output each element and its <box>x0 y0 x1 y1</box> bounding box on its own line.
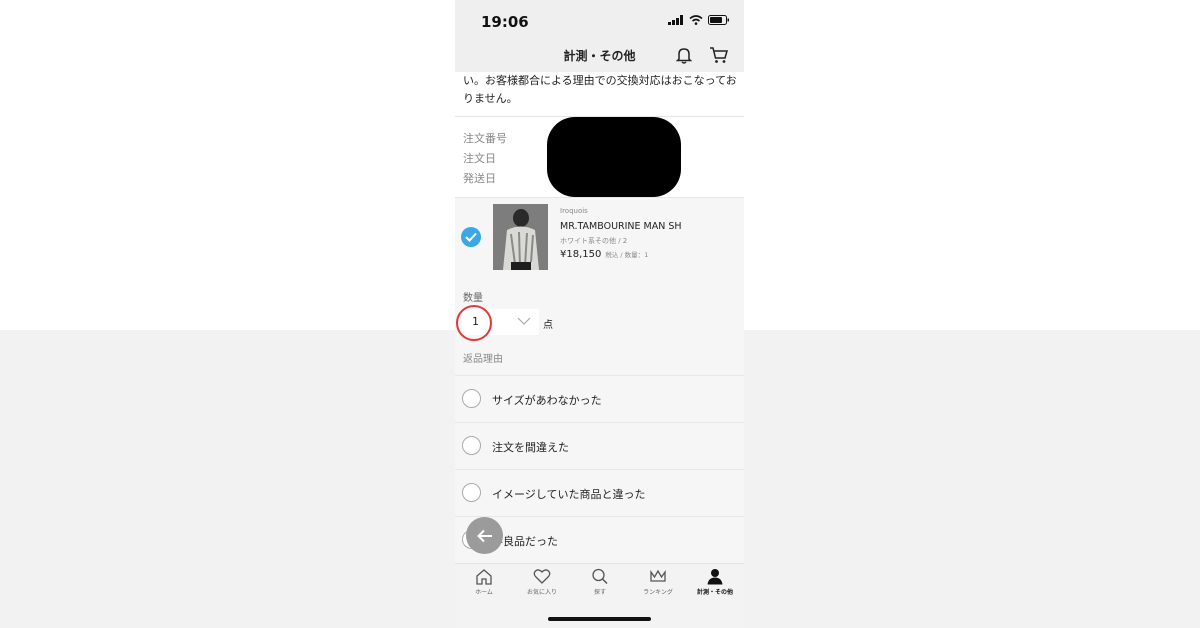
search-icon <box>592 568 608 585</box>
home-indicator <box>548 617 651 621</box>
tab-favorites[interactable]: お気に入り <box>513 568 571 596</box>
product-checkbox[interactable] <box>461 227 481 247</box>
arrow-left-icon <box>476 529 492 542</box>
status-time: 19:06 <box>481 13 529 31</box>
order-date-label: 注文日 <box>463 152 496 165</box>
reason-option-label: サイズがあわなかった <box>492 394 602 407</box>
signal-icon <box>668 15 683 25</box>
radio-button[interactable] <box>462 483 481 502</box>
notice-text: い。お客様都合による理由での交換対応はおこなっておりません。 <box>463 74 737 105</box>
radio-button[interactable] <box>462 436 481 455</box>
reason-option-label: イメージしていた商品と違った <box>492 488 646 501</box>
heart-icon <box>533 569 551 584</box>
quantity-label: 数量 <box>463 293 483 304</box>
return-reason-label: 返品理由 <box>463 354 503 365</box>
product-brand: Iroquois <box>560 207 588 215</box>
cart-icon[interactable] <box>709 46 728 64</box>
tab-label: ホーム <box>475 589 493 596</box>
page-title: 計測・その他 <box>563 49 636 63</box>
quantity-unit: 点 <box>543 320 553 331</box>
check-icon <box>465 232 477 242</box>
tab-search[interactable]: 探す <box>571 568 629 596</box>
nav-bar: 計測・その他 <box>455 40 744 72</box>
redaction-block <box>547 117 681 197</box>
home-icon <box>476 569 492 585</box>
radio-button[interactable] <box>462 389 481 408</box>
battery-icon <box>708 15 729 25</box>
tab-ranking[interactable]: ランキング <box>629 568 687 596</box>
product-image <box>493 204 548 270</box>
product-variant: ホワイト系その他 / 2 <box>560 237 628 245</box>
wifi-icon <box>689 15 703 25</box>
price-note: 税込 / 数量：1 <box>605 251 649 259</box>
reason-option[interactable]: サイズがあわなかった <box>455 375 744 423</box>
reason-option-label: 注文を間違えた <box>492 441 569 454</box>
highlight-circle <box>456 305 492 341</box>
person-icon <box>707 569 723 585</box>
tab-measure-other[interactable]: 計測・その他 <box>686 568 744 596</box>
chevron-down-icon <box>517 317 531 325</box>
order-number-label: 注文番号 <box>463 132 507 145</box>
tab-label: ランキング <box>643 589 673 596</box>
tab-label: お気に入り <box>526 589 557 596</box>
tab-label: 計測・その他 <box>696 589 733 596</box>
ship-date-label: 発送日 <box>463 172 496 185</box>
phone-screen: 19:06 計測・その他 い。お客様都合による理由での交換対応はおこなっておりま… <box>455 0 744 628</box>
product-item[interactable]: Iroquois MR.TAMBOURINE MAN SH ホワイト系その他 /… <box>455 198 744 280</box>
order-info: 注文番号 注文日 発送日 <box>455 117 744 198</box>
reason-option[interactable]: 注文を間違えた <box>455 422 744 470</box>
product-price: ¥18,150 <box>560 249 602 260</box>
notice-section: い。お客様都合による理由での交換対応はおこなっておりません。 <box>455 72 744 117</box>
reason-option[interactable]: イメージしていた商品と違った <box>455 469 744 517</box>
bell-icon[interactable] <box>676 46 692 64</box>
tab-home[interactable]: ホーム <box>455 568 513 596</box>
status-icons <box>668 15 730 25</box>
crown-icon <box>650 569 666 582</box>
product-name: MR.TAMBOURINE MAN SH <box>560 221 682 232</box>
back-button[interactable] <box>466 517 503 554</box>
product-price-line: ¥18,150 税込 / 数量：1 <box>560 249 648 260</box>
status-bar: 19:06 <box>455 0 744 40</box>
tab-label: 探す <box>593 589 606 596</box>
